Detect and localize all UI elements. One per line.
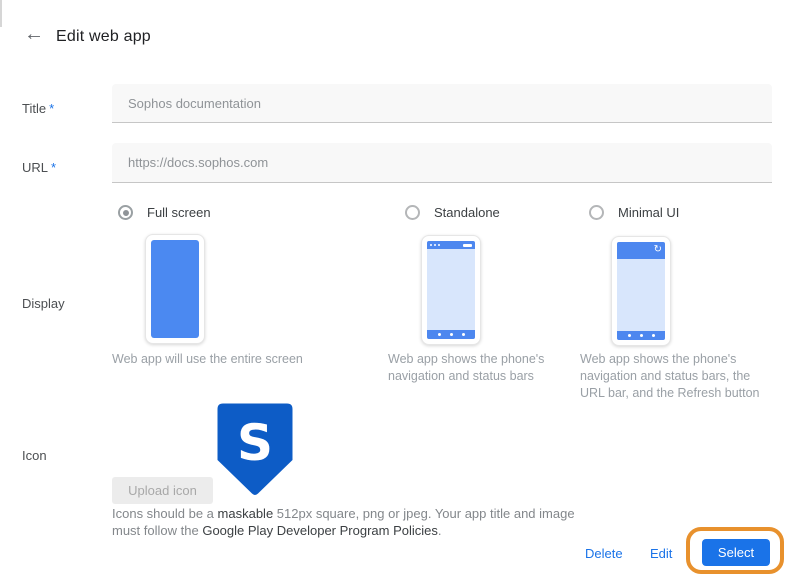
panel-edge-divider — [0, 0, 2, 27]
radio-fullscreen-label: Full screen — [147, 205, 211, 220]
fullscreen-screen — [151, 240, 199, 338]
delete-button[interactable]: Delete — [585, 546, 623, 561]
radio-option-minimal-ui[interactable]: Minimal UI — [589, 205, 679, 220]
radio-standalone-icon[interactable] — [405, 205, 420, 220]
standalone-screen — [427, 241, 475, 339]
edit-web-app-page: ← Edit web app Title* Sophos documentati… — [0, 0, 795, 578]
play-policies-link[interactable]: Google Play Developer Program Policies — [202, 523, 438, 538]
sophos-shield-logo: S — [217, 403, 293, 497]
url-label-text: URL — [22, 160, 48, 175]
url-field-label: URL* — [22, 160, 56, 175]
sophos-letter: S — [237, 414, 273, 472]
note-text: . — [438, 523, 442, 538]
title-input[interactable]: Sophos documentation — [112, 84, 772, 123]
refresh-icon: ↻ — [654, 245, 662, 255]
required-asterisk: * — [49, 101, 54, 116]
page-title: Edit web app — [56, 28, 151, 46]
standalone-description: Web app shows the phone's navigation and… — [388, 351, 566, 385]
status-dots — [430, 244, 440, 246]
url-input[interactable]: https://docs.sophos.com — [112, 143, 772, 183]
minimal-ui-description: Web app shows the phone's navigation and… — [580, 351, 762, 402]
display-section-label: Display — [22, 296, 65, 311]
radio-minimal-ui-icon[interactable] — [589, 205, 604, 220]
phone-fullscreen-illustration — [145, 234, 205, 344]
radio-standalone-label: Standalone — [434, 205, 500, 220]
icon-guidelines-note: Icons should be a maskable 512px square,… — [112, 505, 584, 539]
url-input-value: https://docs.sophos.com — [128, 155, 268, 170]
radio-option-fullscreen[interactable]: Full screen — [118, 205, 211, 220]
radio-option-standalone[interactable]: Standalone — [405, 205, 500, 220]
note-text: Icons should be a — [112, 506, 218, 521]
minimal-ui-screen: ↻ — [617, 242, 665, 340]
select-button[interactable]: Select — [702, 539, 770, 566]
maskable-link[interactable]: maskable — [218, 506, 274, 521]
edit-button[interactable]: Edit — [650, 546, 672, 561]
nav-bar — [427, 330, 475, 339]
battery-icon — [463, 244, 472, 247]
title-field-label: Title* — [22, 101, 54, 116]
upload-icon-button[interactable]: Upload icon — [112, 477, 213, 504]
title-input-value: Sophos documentation — [128, 96, 261, 111]
status-bar — [427, 241, 475, 249]
required-asterisk: * — [51, 160, 56, 175]
phone-standalone-illustration — [421, 235, 481, 345]
back-arrow-icon[interactable]: ← — [24, 24, 44, 44]
radio-fullscreen-icon[interactable] — [118, 205, 133, 220]
phone-minimal-ui-illustration: ↻ — [611, 236, 671, 346]
title-label-text: Title — [22, 101, 46, 116]
fullscreen-description: Web app will use the entire screen — [112, 351, 327, 368]
icon-section-label: Icon — [22, 448, 47, 463]
radio-minimal-ui-label: Minimal UI — [618, 205, 679, 220]
nav-bar — [617, 331, 665, 340]
